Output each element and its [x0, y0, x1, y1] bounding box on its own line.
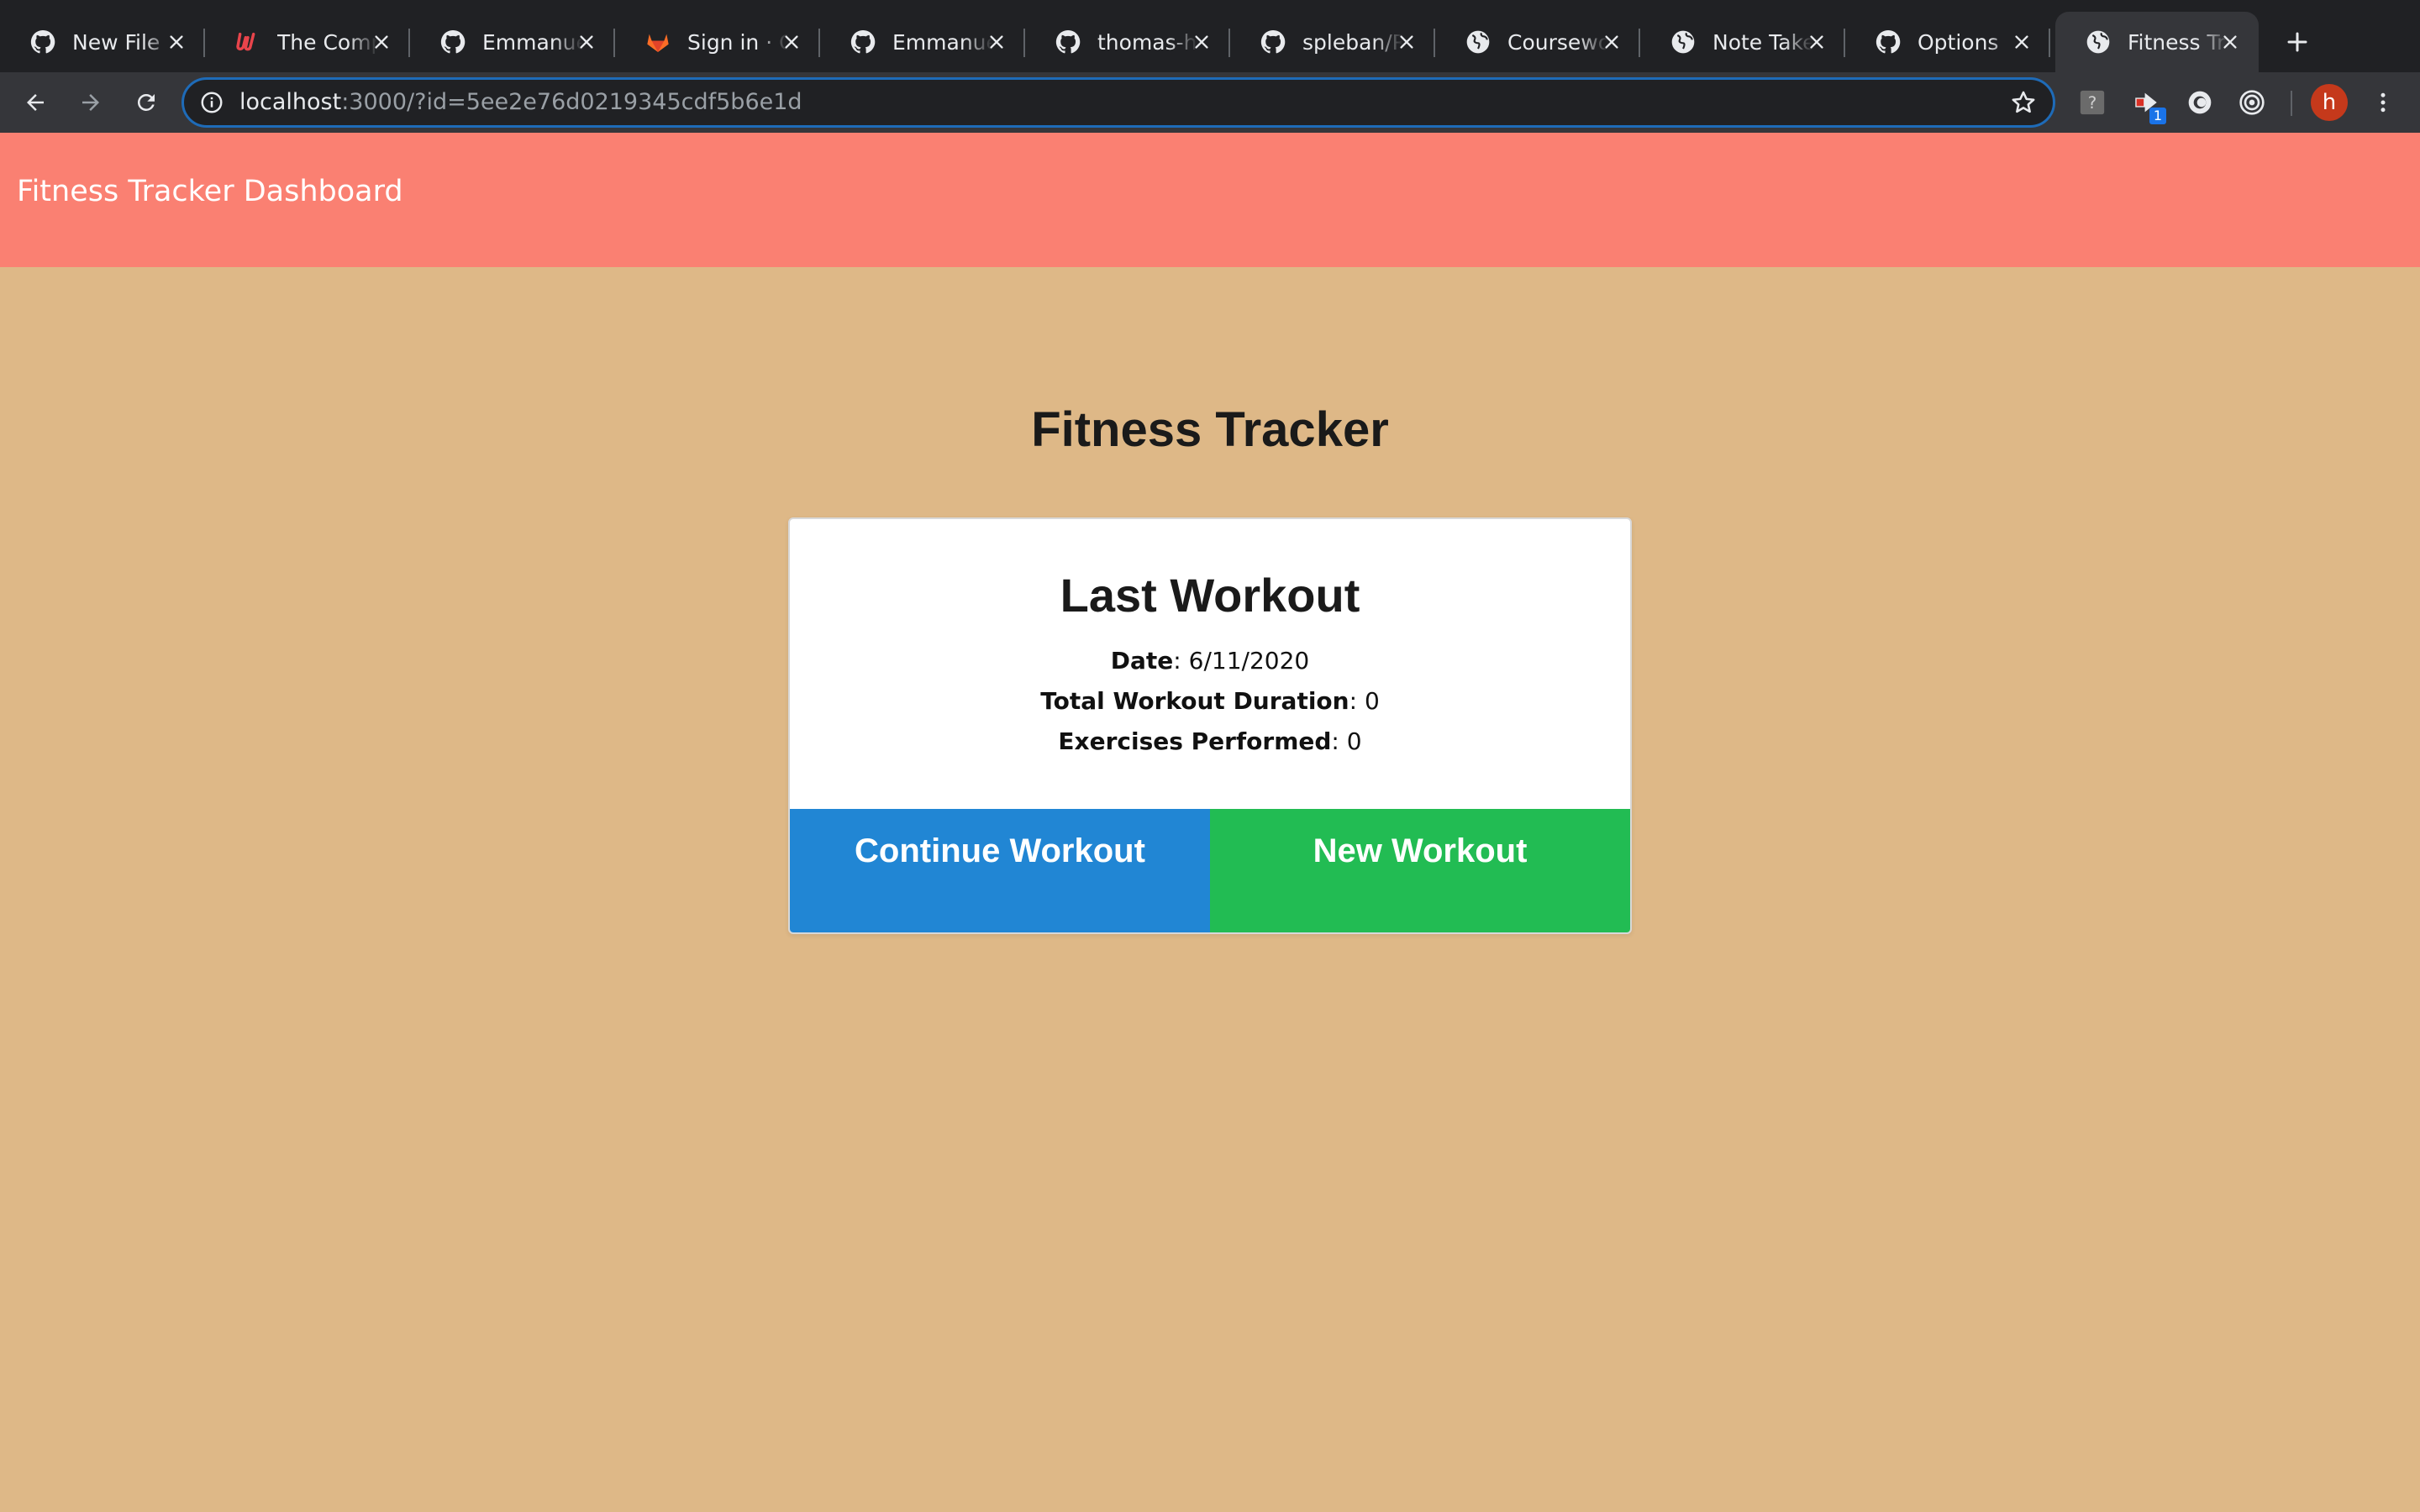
tab-title: Note Take	[1712, 29, 1813, 55]
extension-help-button[interactable]: ?	[2075, 86, 2109, 119]
navbar-brand[interactable]: Fitness Tracker Dashboard	[17, 175, 403, 208]
browser-tab[interactable]: thomas-h	[1025, 12, 1230, 72]
stat-date-label: Date	[1110, 647, 1174, 675]
close-icon[interactable]	[2012, 32, 2032, 52]
tab-title: Options	[1918, 29, 1999, 55]
close-icon[interactable]	[2220, 32, 2240, 52]
browser-tab[interactable]: The Comp	[205, 12, 410, 72]
forward-button[interactable]	[67, 79, 114, 126]
extension-badge-count: 1	[2149, 108, 2166, 124]
extension-target-button[interactable]	[2235, 86, 2269, 119]
info-icon[interactable]	[199, 90, 224, 115]
tab-row: New File The Comp Emmanuel Sign in · G Emman…	[0, 12, 2420, 72]
plus-icon	[2287, 32, 2307, 52]
browser-tab[interactable]: Options	[1845, 12, 2050, 72]
close-icon[interactable]	[986, 32, 1007, 52]
tab-separator	[2049, 29, 2050, 57]
github-icon	[29, 28, 57, 56]
stat-duration: Total Workout Duration: 0	[790, 687, 1630, 715]
close-icon[interactable]	[1602, 32, 1622, 52]
url-text[interactable]: localhost:3000/?id=5ee2e76d0219345cdf5b6…	[239, 80, 802, 125]
tab-title: Coursewo	[1507, 29, 1608, 55]
stat-exercises-value: : 0	[1331, 727, 1362, 755]
card-actions: Continue Workout New Workout	[790, 809, 1630, 932]
tab-title: The Comp	[277, 29, 378, 55]
profile-avatar[interactable]: h	[2311, 84, 2348, 121]
tab-title: Sign in · G	[687, 29, 788, 55]
back-arrow-icon	[27, 94, 44, 111]
continue-workout-button[interactable]: Continue Workout	[790, 809, 1210, 932]
extension-circle-button[interactable]	[2183, 86, 2217, 119]
target-icon	[2239, 90, 2265, 115]
github-icon	[849, 28, 877, 56]
tab-title: Emmanuel	[482, 29, 583, 55]
github-icon	[1874, 28, 1902, 56]
stat-date-value: : 6/11/2020	[1173, 647, 1310, 675]
close-icon[interactable]	[781, 32, 802, 52]
forward-arrow-icon	[82, 94, 99, 111]
tab-title: thomas-h	[1097, 29, 1197, 55]
browser-toolbar: localhost:3000/?id=5ee2e76d0219345cdf5b6…	[0, 72, 2420, 133]
github-icon	[1054, 28, 1082, 56]
tab-title: New File	[72, 29, 160, 55]
github-icon	[1259, 28, 1287, 56]
browser-tab[interactable]: Note Take	[1640, 12, 1845, 72]
tab-title: Emmanuel	[892, 29, 993, 55]
stat-date: Date: 6/11/2020	[790, 647, 1630, 675]
new-tab-button[interactable]	[2270, 15, 2324, 69]
url-host: localhost	[239, 89, 342, 115]
reload-icon	[137, 93, 155, 111]
reload-button[interactable]	[123, 79, 170, 126]
extension-badge-button[interactable]: 1	[2129, 86, 2166, 124]
stat-duration-value: : 0	[1349, 687, 1380, 715]
toolbar-divider	[2291, 91, 2292, 116]
globe-icon	[2084, 28, 2112, 56]
globe-icon	[1464, 28, 1492, 56]
close-icon[interactable]	[371, 32, 392, 52]
url-path: :3000/?id=5ee2e76d0219345cdf5b6e1d	[341, 89, 802, 115]
close-icon[interactable]	[1807, 32, 1827, 52]
close-icon[interactable]	[1397, 32, 1417, 52]
close-icon[interactable]	[576, 32, 597, 52]
stat-duration-label: Total Workout Duration	[1040, 687, 1349, 715]
browser-tab[interactable]: Emmanuel	[410, 12, 615, 72]
gitlab-icon	[644, 28, 672, 56]
github-icon	[439, 28, 467, 56]
globe-icon	[1669, 28, 1697, 56]
browser-tab-strip: New File The Comp Emmanuel Sign in · G Emman…	[0, 0, 2420, 72]
stat-exercises: Exercises Performed: 0	[790, 727, 1630, 755]
u-logo-icon	[234, 28, 262, 56]
browser-tab[interactable]: spleban/R	[1230, 12, 1435, 72]
svg-text:?: ?	[2088, 93, 2097, 113]
stat-exercises-label: Exercises Performed	[1058, 727, 1332, 755]
back-button[interactable]	[12, 79, 59, 126]
card-title: Last Workout	[1060, 569, 1360, 622]
browser-tab[interactable]: Sign in · G	[615, 12, 820, 72]
close-icon[interactable]	[1192, 32, 1212, 52]
browser-tab-active[interactable]: Fitness Tra	[2055, 12, 2259, 72]
bookmark-star-icon[interactable]	[2009, 88, 2038, 117]
address-bar[interactable]: localhost:3000/?id=5ee2e76d0219345cdf5b6…	[182, 77, 2055, 128]
browser-tab[interactable]: New File	[0, 12, 205, 72]
last-workout-card: Last Workout Date: 6/11/2020 Total Worko…	[788, 517, 1632, 934]
browser-tab[interactable]: Emmanuel	[820, 12, 1025, 72]
circle-logo-icon	[2188, 91, 2212, 114]
site-header: Fitness Tracker Dashboard	[0, 133, 2420, 267]
new-workout-button[interactable]: New Workout	[1210, 809, 1630, 932]
kebab-menu-icon	[2381, 92, 2386, 113]
browser-tab[interactable]: Coursewo	[1435, 12, 1640, 72]
close-icon[interactable]	[166, 32, 187, 52]
question-box-icon: ?	[2080, 90, 2105, 115]
browser-menu-button[interactable]	[2366, 86, 2400, 119]
tab-title: Fitness Tra	[2128, 29, 2228, 55]
tab-title: spleban/R	[1302, 29, 1403, 55]
page-title: Fitness Tracker	[1031, 402, 1389, 457]
